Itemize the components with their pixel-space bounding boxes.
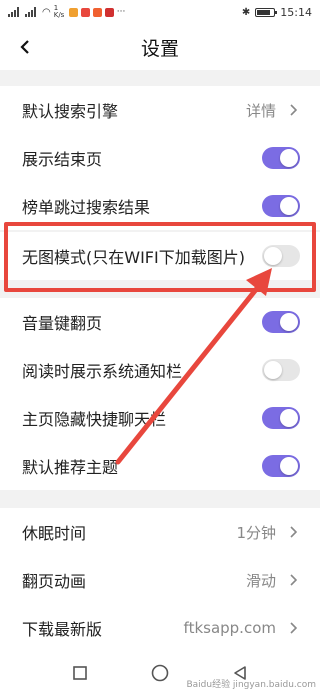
setting-label: 默认推荐主题: [22, 458, 119, 477]
setting-label: 榜单跳过搜索结果: [22, 198, 151, 217]
network-speed: 1 K/s: [53, 4, 65, 19]
bluetooth-icon: ✱: [241, 6, 251, 18]
chevron-right-icon: [286, 525, 300, 539]
setting-label: 阅读时展示系统通知栏: [22, 362, 183, 381]
chevron-left-icon: [20, 40, 29, 54]
toggle-switch[interactable]: [262, 147, 300, 169]
setting-label: 展示结束页: [22, 150, 103, 169]
settings-group-2: 无图模式(只在WIFI下加载图片): [0, 232, 320, 280]
setting-row-skip-search-results: 榜单跳过搜索结果: [0, 182, 320, 230]
setting-row-sleep-time[interactable]: 休眠时间 1分钟: [0, 508, 320, 556]
setting-value: 1分钟: [236, 523, 276, 542]
app-notification-icon: [92, 7, 102, 17]
toggle-switch[interactable]: [262, 455, 300, 477]
signal-icon: [8, 7, 22, 17]
chevron-right-icon: [286, 573, 300, 587]
app-notification-icon: [68, 7, 78, 17]
clock: 15:14: [280, 5, 312, 19]
setting-row-show-notification-bar: 阅读时展示系统通知栏: [0, 346, 320, 394]
toggle-switch[interactable]: [262, 311, 300, 333]
chevron-right-icon: [286, 621, 300, 635]
watermark: Baidu经验 jingyan.baidu.com: [186, 680, 316, 690]
circle-icon: [151, 664, 169, 682]
setting-label: 主页隐藏快捷聊天栏: [22, 410, 167, 429]
settings-group-3: 音量键翻页 阅读时展示系统通知栏 主页隐藏快捷聊天栏 默认推荐主题: [0, 298, 320, 490]
setting-label: 翻页动画: [22, 572, 87, 591]
setting-label: 音量键翻页: [22, 314, 103, 333]
toggle-switch[interactable]: [262, 195, 300, 217]
home-button[interactable]: [145, 658, 175, 688]
setting-row-volume-key-page-turn: 音量键翻页: [0, 298, 320, 346]
setting-label: 休眠时间: [22, 524, 87, 543]
setting-row-page-animation[interactable]: 翻页动画 滑动: [0, 556, 320, 604]
setting-value: 详情: [245, 101, 276, 120]
settings-group-4: 休眠时间 1分钟 翻页动画 滑动 下载最新版 ftksapp.com: [0, 508, 320, 652]
setting-row-show-end-page: 展示结束页: [0, 134, 320, 182]
setting-row-default-theme: 默认推荐主题: [0, 442, 320, 490]
toggle-switch[interactable]: [262, 245, 300, 267]
app-notification-icon: [104, 7, 114, 17]
setting-label: 无图模式(只在WIFI下加载图片): [22, 248, 245, 267]
setting-label: 默认搜索引擎: [22, 102, 119, 121]
setting-value: 滑动: [245, 571, 276, 590]
setting-value: ftksapp.com: [183, 619, 276, 637]
title-bar: 设置: [0, 24, 320, 70]
wifi-icon: ◠: [42, 6, 51, 18]
square-icon: [73, 666, 87, 680]
chevron-right-icon: [286, 103, 300, 117]
page-title: 设置: [140, 37, 179, 60]
toggle-switch[interactable]: [262, 407, 300, 429]
setting-label: 下载最新版: [22, 620, 103, 639]
settings-group-1: 默认搜索引擎 详情 展示结束页 榜单跳过搜索结果: [0, 86, 320, 230]
setting-row-default-search-engine[interactable]: 默认搜索引擎 详情: [0, 86, 320, 134]
status-bar: ◠ 1 K/s ··· ✱ 15:14: [0, 0, 320, 24]
setting-row-hide-quick-chat: 主页隐藏快捷聊天栏: [0, 394, 320, 442]
signal-icon-2: [25, 7, 39, 17]
toggle-switch[interactable]: [262, 359, 300, 381]
back-button[interactable]: [10, 32, 40, 62]
setting-row-download-latest[interactable]: 下载最新版 ftksapp.com: [0, 604, 320, 652]
more-dots-icon: ···: [116, 7, 126, 17]
setting-row-no-image-mode: 无图模式(只在WIFI下加载图片): [0, 232, 320, 280]
app-notification-icon: [80, 7, 90, 17]
recent-apps-button[interactable]: [65, 658, 95, 688]
battery-icon: [255, 7, 278, 17]
